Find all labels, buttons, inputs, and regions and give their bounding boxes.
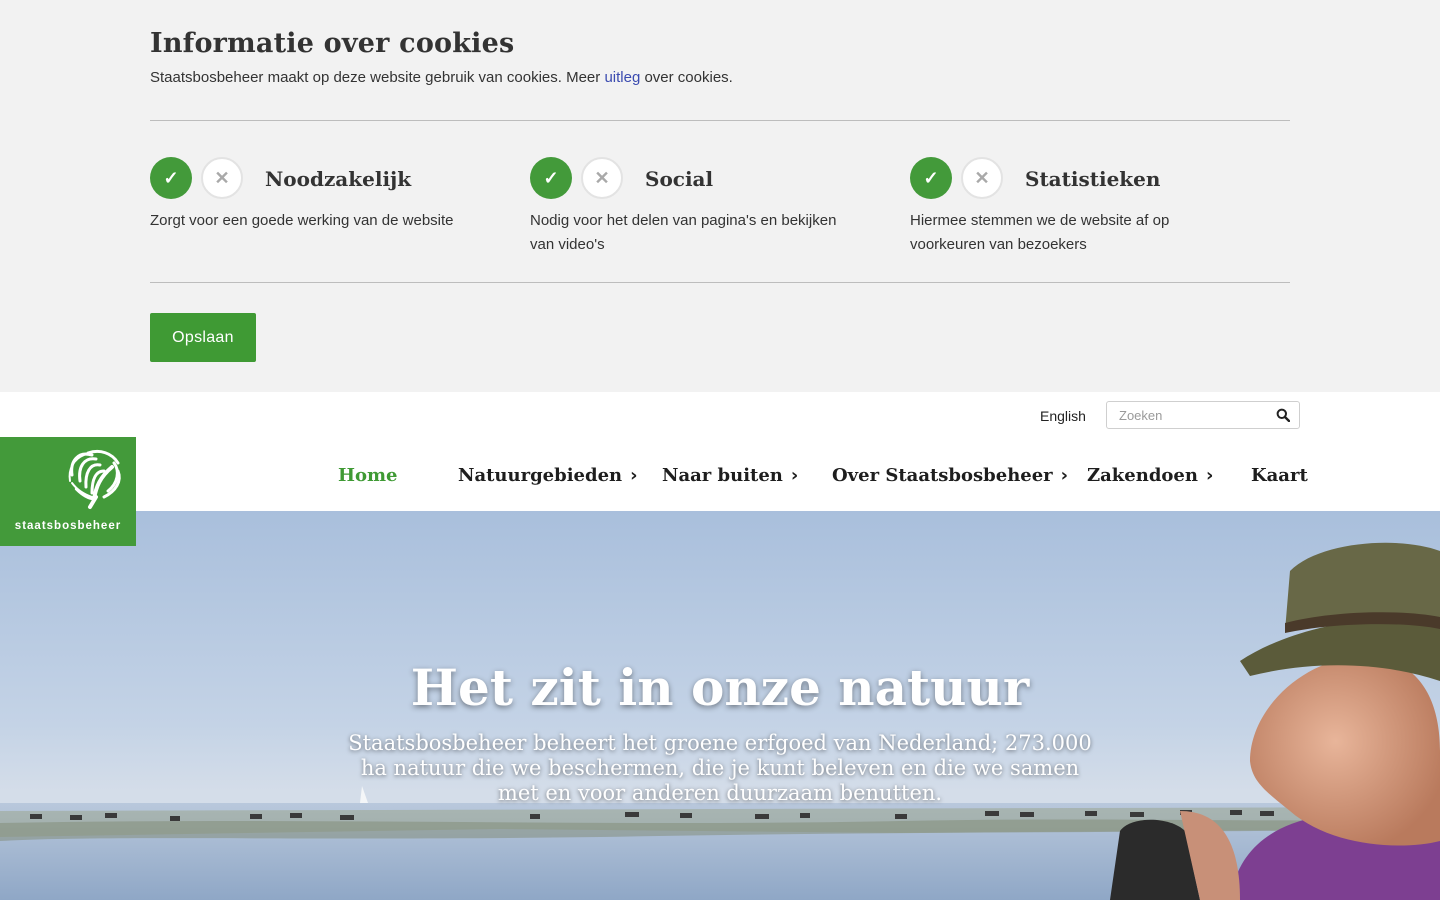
- accept-check-icon[interactable]: ✓: [150, 157, 192, 199]
- language-link-english[interactable]: English: [1040, 408, 1086, 424]
- chevron-right-icon: ›: [1060, 465, 1069, 486]
- cookie-option-label: Statistieken: [1025, 167, 1161, 191]
- cookie-banner-title: Informatie over cookies: [150, 28, 515, 59]
- nav-item-label: Home: [338, 465, 398, 486]
- search-box: [1106, 401, 1300, 429]
- cookie-info-link[interactable]: uitleg: [604, 69, 640, 86]
- decline-x-icon[interactable]: ✕: [581, 157, 623, 199]
- accept-check-icon[interactable]: ✓: [910, 157, 952, 199]
- chevron-right-icon: ›: [790, 465, 799, 486]
- cookie-option-label: Social: [645, 167, 714, 191]
- hero-title: Het zit in onze natuur: [410, 658, 1030, 717]
- nav-item-home[interactable]: Home: [338, 465, 398, 491]
- cookie-text-before: Staatsbosbeheer maakt op deze website ge…: [150, 69, 605, 86]
- cookie-banner-text: Staatsbosbeheer maakt op deze website ge…: [150, 69, 733, 86]
- nav-item-zakendoen[interactable]: Zakendoen ›: [1087, 465, 1213, 491]
- tree-logo-icon: [68, 449, 121, 509]
- nav-item-over-staatsbosbeheer[interactable]: Over Staatsbosbeheer ›: [832, 465, 1068, 491]
- decline-x-icon[interactable]: ✕: [961, 157, 1003, 199]
- cookie-banner: Informatie over cookies Staatsbosbeheer …: [0, 0, 1440, 392]
- chevron-right-icon: ›: [1205, 465, 1214, 486]
- chevron-right-icon: ›: [630, 465, 638, 486]
- cookie-option-description: Nodig voor het delen van pagina's en bek…: [530, 212, 837, 253]
- cookie-option-description: Zorgt voor een goede werking van de webs…: [150, 212, 454, 229]
- nav-item-label: Kaart: [1251, 465, 1308, 486]
- decline-x-icon[interactable]: ✕: [201, 157, 243, 199]
- nav-item-natuurgebieden[interactable]: Natuurgebieden ›: [458, 465, 638, 491]
- cookie-option-label: Noodzakelijk: [265, 167, 412, 191]
- nav-item-naar-buiten[interactable]: Naar buiten ›: [662, 465, 798, 491]
- nav-item-label: Natuurgebieden: [458, 465, 623, 486]
- cookie-text-after: over cookies.: [640, 69, 733, 86]
- nav-item-label: Naar buiten: [662, 465, 783, 486]
- divider: [150, 282, 1290, 283]
- search-icon[interactable]: [1276, 408, 1290, 422]
- nav-item-kaart[interactable]: Kaart: [1251, 465, 1308, 491]
- save-button[interactable]: Opslaan: [150, 313, 256, 362]
- accept-check-icon[interactable]: ✓: [530, 157, 572, 199]
- search-input[interactable]: [1107, 402, 1267, 428]
- hero-subtitle: Staatsbosbeheer beheert het groene erfgo…: [348, 731, 1092, 805]
- cookie-option-description: Hiermee stemmen we de website af op voor…: [910, 212, 1170, 253]
- logo[interactable]: staatsbosbeheer: [0, 437, 136, 546]
- site-header: English: [0, 392, 1440, 511]
- divider: [150, 120, 1290, 121]
- hero-banner: Het zit in onze natuur Staatsbosbeheer b…: [0, 511, 1440, 900]
- logo-text: staatsbosbeheer: [14, 520, 122, 532]
- nav-item-label: Zakendoen: [1087, 465, 1198, 486]
- nav-item-label: Over Staatsbosbeheer: [832, 465, 1053, 486]
